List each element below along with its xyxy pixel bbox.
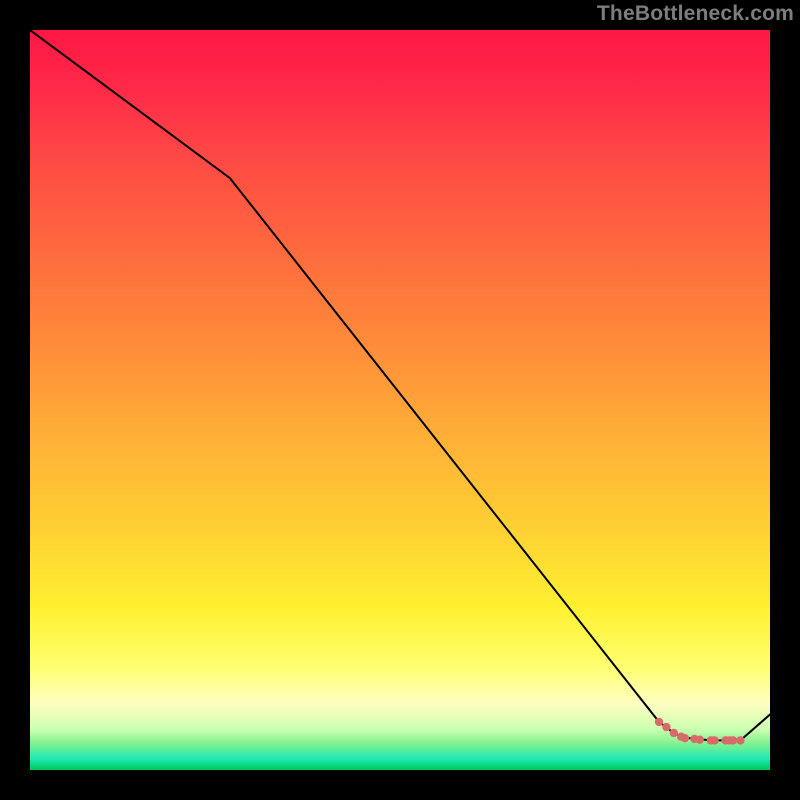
gradient-bg xyxy=(30,30,770,770)
highlight-marker xyxy=(729,736,737,744)
highlight-marker xyxy=(710,736,718,744)
chart-frame: TheBottleneck.com xyxy=(0,0,800,800)
watermark-text: TheBottleneck.com xyxy=(597,2,794,26)
highlight-marker xyxy=(662,723,670,731)
highlight-marker xyxy=(696,735,704,743)
highlight-marker xyxy=(736,736,744,744)
chart-svg xyxy=(30,30,770,770)
highlight-marker xyxy=(670,729,678,737)
chart-plot-area xyxy=(30,30,770,770)
highlight-marker xyxy=(681,734,689,742)
highlight-marker xyxy=(655,718,663,726)
